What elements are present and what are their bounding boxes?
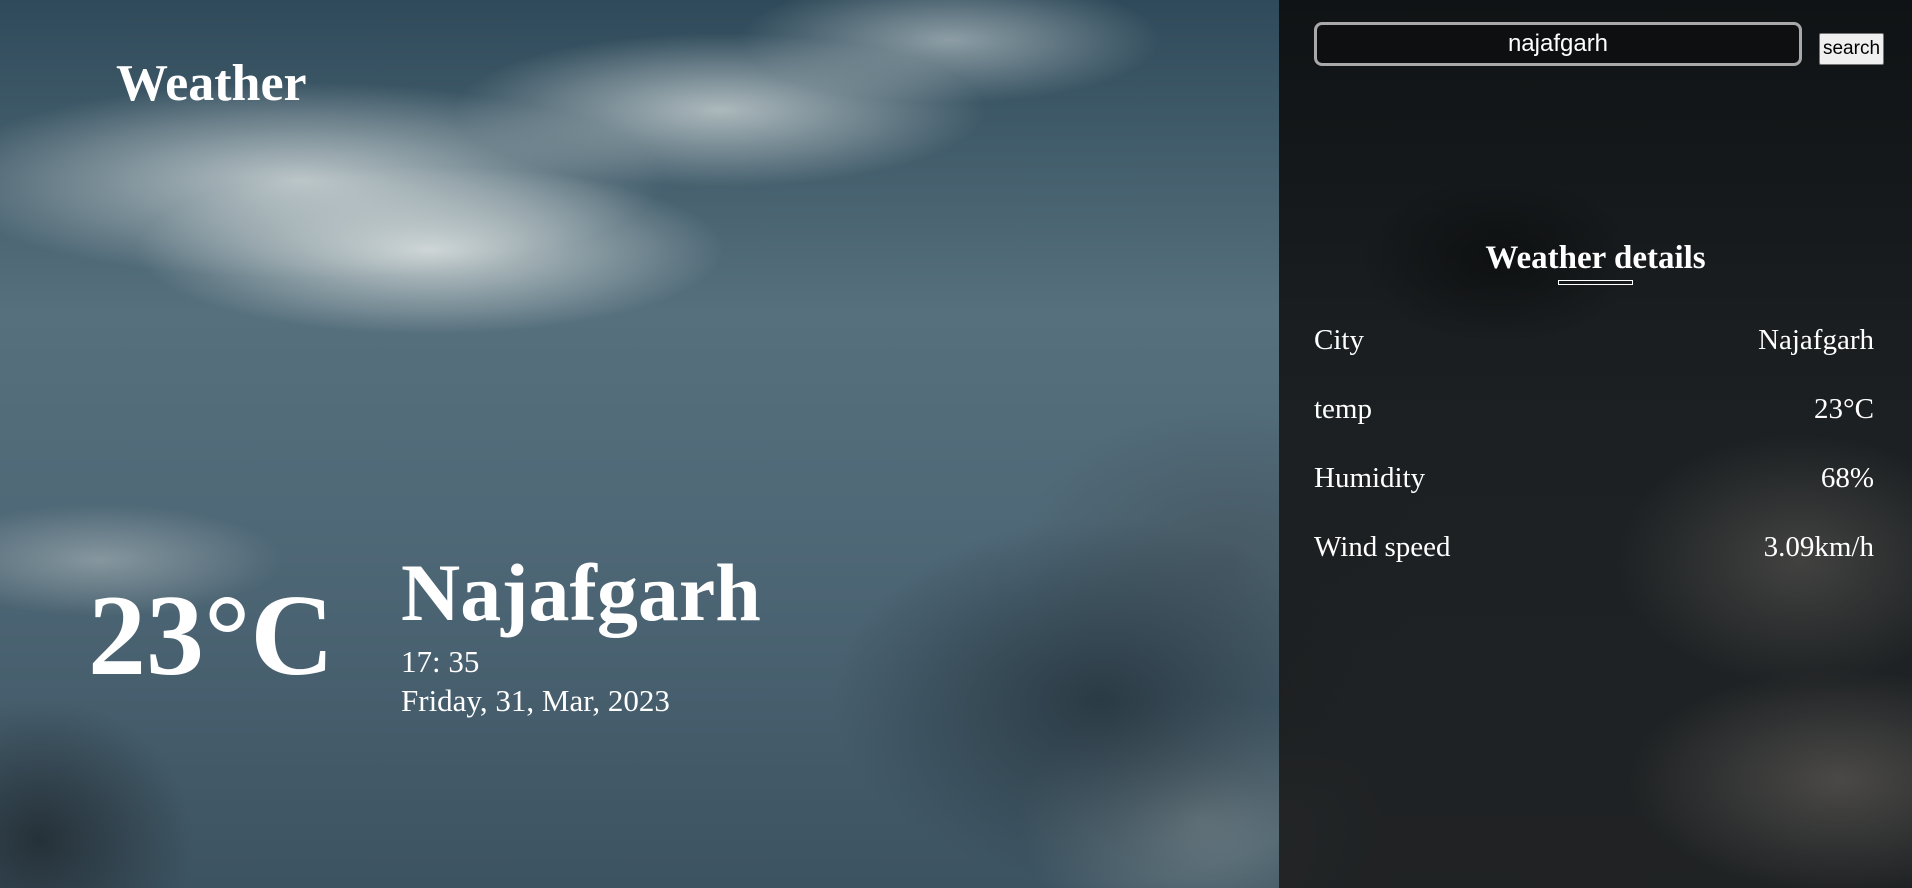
detail-row-temp: temp 23°C bbox=[1314, 392, 1874, 426]
details-panel: search Weather details City Najafgarh te… bbox=[1279, 0, 1912, 888]
current-date: Friday, 31, Mar, 2023 bbox=[401, 683, 670, 718]
current-temperature: 23°C bbox=[88, 572, 335, 700]
details-heading: Weather details bbox=[1485, 240, 1706, 276]
detail-row-city: City Najafgarh bbox=[1314, 323, 1874, 357]
detail-label: Wind speed bbox=[1314, 530, 1451, 563]
detail-label: Humidity bbox=[1314, 461, 1426, 494]
detail-value: 3.09km/h bbox=[1763, 530, 1874, 563]
detail-row-humidity: Humidity 68% bbox=[1314, 461, 1874, 495]
current-time: 17: 35 bbox=[401, 644, 480, 679]
detail-value: 68% bbox=[1820, 461, 1874, 494]
search-button[interactable]: search bbox=[1819, 33, 1884, 65]
city-name: Najafgarh bbox=[401, 547, 761, 638]
detail-value: 23°C bbox=[1814, 392, 1874, 425]
detail-value: Najafgarh bbox=[1758, 323, 1874, 356]
heading-underline bbox=[1558, 280, 1633, 285]
detail-label: temp bbox=[1314, 392, 1372, 425]
detail-label: City bbox=[1314, 323, 1364, 356]
app-title: Weather bbox=[116, 55, 307, 112]
detail-row-wind-speed: Wind speed 3.09km/h bbox=[1314, 530, 1874, 564]
city-time-block: Najafgarh 17: 35 Friday, 31, Mar, 2023 bbox=[401, 547, 761, 718]
search-input[interactable] bbox=[1314, 22, 1802, 66]
